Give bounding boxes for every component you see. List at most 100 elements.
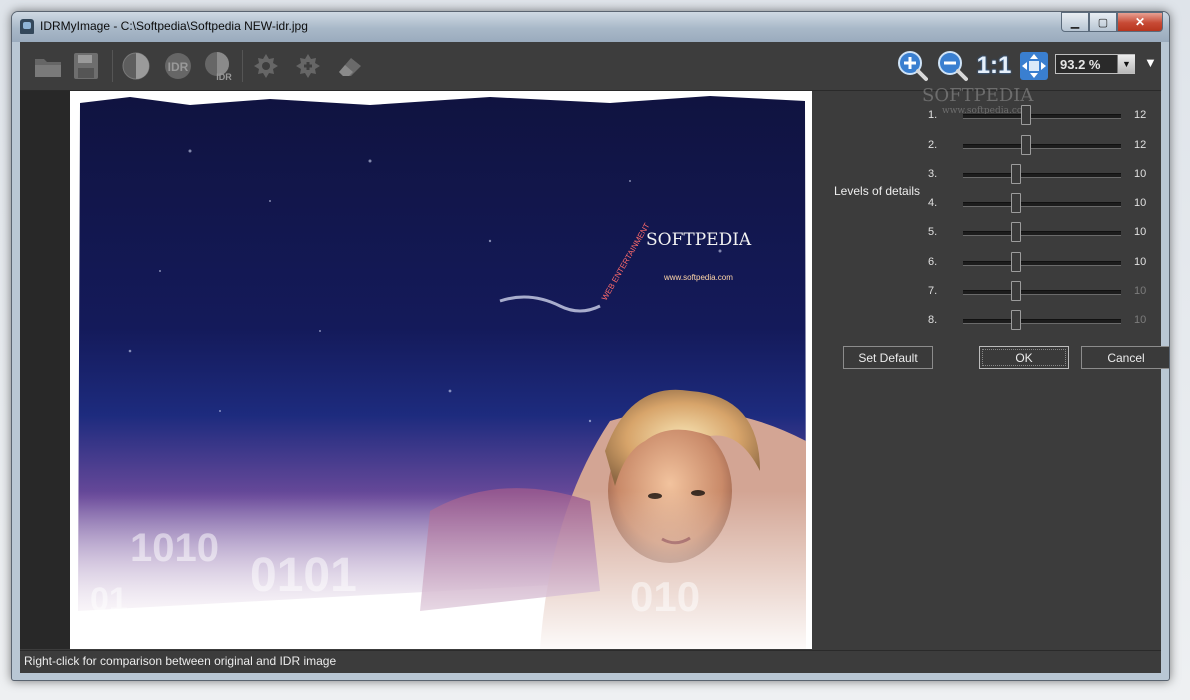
settings-icon <box>254 54 278 78</box>
levels-of-details-label: Levels of details <box>834 184 921 198</box>
zoom-out-button[interactable] <box>936 50 968 82</box>
triangle-down-icon: ▼ <box>1144 55 1157 70</box>
level-number: 4. <box>928 197 938 209</box>
level-value: 10 <box>1134 168 1147 180</box>
chevron-down-icon: ▼ <box>1122 59 1131 69</box>
idr-split-icon: IDR <box>205 52 232 82</box>
settings-button[interactable] <box>250 50 282 82</box>
level-slider-thumb[interactable] <box>1021 105 1032 125</box>
level-slider-track[interactable] <box>963 202 1121 207</box>
close-button[interactable]: ✕ <box>1117 12 1163 32</box>
idr-settings-panel: SOFTPEDIA www.softpedia.com Levels of de… <box>812 85 1169 649</box>
menu-arrow-button[interactable]: ▼ <box>1144 55 1157 70</box>
level-number: 2. <box>928 139 938 151</box>
photo-preview: SOFTPEDIA www.softpedia.com WEB ENTERTAI… <box>70 91 812 649</box>
level-slider-track[interactable] <box>963 261 1121 266</box>
level-number: 8. <box>928 314 938 326</box>
eraser-icon <box>339 58 361 76</box>
status-text: Right-click for comparison between origi… <box>24 654 337 668</box>
open-folder-button[interactable] <box>32 50 64 82</box>
level-value: 10 <box>1134 197 1147 209</box>
compare-button[interactable] <box>120 50 152 82</box>
actual-size-button[interactable]: 1:1 <box>976 50 1012 82</box>
effects-button[interactable] <box>292 50 324 82</box>
level-number: 7. <box>928 285 938 297</box>
open-folder-icon <box>35 59 61 77</box>
level-value: 12 <box>1134 109 1147 121</box>
svg-text:IDR: IDR <box>168 60 189 74</box>
level-value: 10 <box>1134 256 1147 268</box>
eraser-button[interactable] <box>334 50 366 82</box>
zoom-in-icon <box>898 51 928 81</box>
level-slider-thumb[interactable] <box>1010 310 1021 330</box>
level-slider-thumb[interactable] <box>1010 164 1021 184</box>
level-value: 10 <box>1134 226 1147 238</box>
level-slider-track[interactable] <box>963 173 1121 178</box>
close-icon: ✕ <box>1134 15 1146 29</box>
svg-text:010: 010 <box>630 573 700 620</box>
image-canvas[interactable]: SOFTPEDIA www.softpedia.com WEB ENTERTAI… <box>70 91 812 649</box>
cancel-button[interactable]: Cancel <box>1081 346 1169 369</box>
zoom-dropdown-button[interactable]: ▼ <box>1117 55 1135 73</box>
set-default-button[interactable]: Set Default <box>843 346 933 369</box>
level-slider-row: 2. 12 <box>928 135 1153 155</box>
zoom-level-value: 93.2 % <box>1060 57 1101 72</box>
toolbar-separator <box>242 50 243 82</box>
zoom-out-icon <box>938 51 968 81</box>
status-bar: Right-click for comparison between origi… <box>20 650 1161 673</box>
fit-window-button[interactable] <box>1018 50 1050 82</box>
idr-split-button[interactable]: IDR <box>204 50 236 82</box>
level-slider-row: 1. 12 <box>928 105 1153 125</box>
actual-size-label: 1:1 <box>976 52 1012 79</box>
window-title: IDRMyImage - C:\Softpedia\Softpedia NEW-… <box>40 19 308 33</box>
title-bar[interactable]: IDRMyImage - C:\Softpedia\Softpedia NEW-… <box>12 12 1169 42</box>
level-number: 3. <box>928 168 938 180</box>
level-slider-row: 3. 10 <box>928 164 1153 184</box>
compare-icon <box>122 52 150 80</box>
level-slider-row: 6. 10 <box>928 252 1153 272</box>
zoom-in-button[interactable] <box>896 50 928 82</box>
ok-button[interactable]: OK <box>979 346 1069 369</box>
panel-watermark-brand: SOFTPEDIA <box>922 85 1034 106</box>
idr-icon: IDR <box>165 53 191 79</box>
image-url-text: www.softpedia.com <box>663 273 733 282</box>
app-window: IDRMyImage - C:\Softpedia\Softpedia NEW-… <box>11 11 1170 681</box>
level-value: 10 <box>1134 314 1147 326</box>
level-value: 10 <box>1134 285 1147 297</box>
level-slider-thumb[interactable] <box>1010 281 1021 301</box>
fit-window-icon <box>1020 52 1048 80</box>
level-slider-track[interactable] <box>963 114 1121 119</box>
level-number: 6. <box>928 256 938 268</box>
toolbar-separator <box>112 50 113 82</box>
save-button[interactable] <box>70 50 102 82</box>
svg-text:1010: 1010 <box>130 526 219 570</box>
maximize-icon: ▢ <box>1097 16 1109 29</box>
svg-text:IDR: IDR <box>216 72 232 82</box>
level-slider-row: 5. 10 <box>928 222 1153 242</box>
level-slider-track[interactable] <box>963 144 1121 149</box>
save-icon <box>74 53 98 79</box>
minimize-icon: ▁ <box>1070 16 1080 29</box>
level-slider-row: 7. 10 <box>928 281 1153 301</box>
effects-icon <box>296 54 320 78</box>
left-gutter <box>20 91 70 649</box>
minimize-button[interactable]: ▁ <box>1061 12 1089 32</box>
level-slider-row: 8. 10 <box>928 310 1153 330</box>
image-brand-text: SOFTPEDIA <box>646 230 752 250</box>
level-slider-track[interactable] <box>963 319 1121 324</box>
client-area: IDR IDR 1:1 93.2 % ▼ ▼ SOFTPEDIA www.sof… <box>20 42 1169 673</box>
maximize-button[interactable]: ▢ <box>1089 12 1117 32</box>
level-slider-row: 4. 10 <box>928 193 1153 213</box>
app-icon <box>20 19 34 34</box>
level-slider-thumb[interactable] <box>1010 222 1021 242</box>
level-slider-thumb[interactable] <box>1010 252 1021 272</box>
level-slider-track[interactable] <box>963 231 1121 236</box>
level-slider-track[interactable] <box>963 290 1121 295</box>
level-number: 1. <box>928 109 938 121</box>
level-number: 5. <box>928 226 938 238</box>
level-slider-thumb[interactable] <box>1010 193 1021 213</box>
idr-button[interactable]: IDR <box>162 50 194 82</box>
level-slider-thumb[interactable] <box>1021 135 1032 155</box>
svg-text:0101: 0101 <box>250 549 357 602</box>
toolbar: IDR IDR 1:1 93.2 % ▼ ▼ <box>20 42 1161 91</box>
